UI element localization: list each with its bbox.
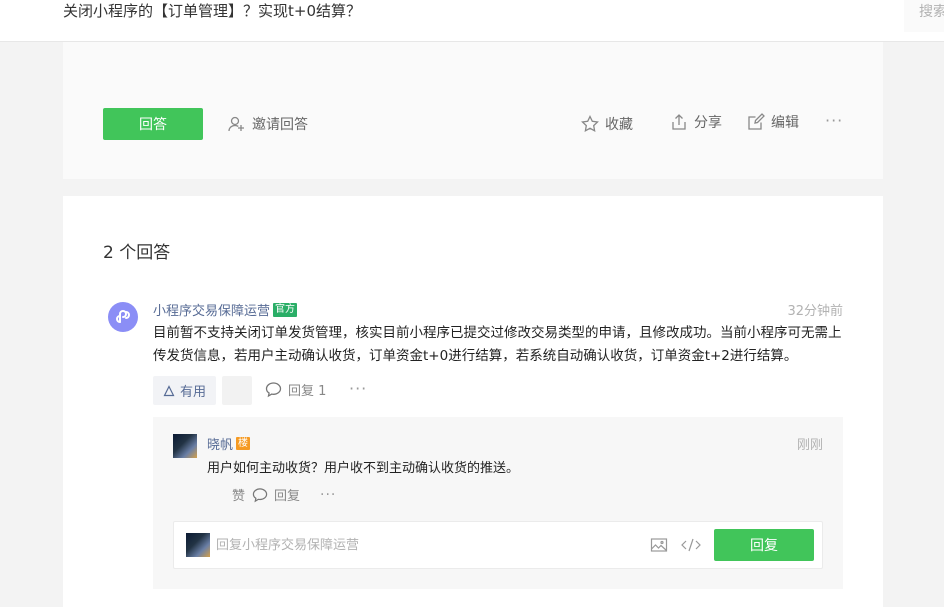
reply-count-label: 回复 1	[288, 384, 327, 399]
reply-content: 用户如何主动收货？用户收不到主动确认收货的推送。	[207, 461, 520, 476]
like-button[interactable]: 赞	[232, 485, 245, 504]
reply-button-label: 回复	[274, 489, 301, 504]
more-icon[interactable]: ···	[825, 108, 843, 132]
more-icon[interactable]: ···	[320, 487, 336, 503]
share-button[interactable]: 分享	[670, 110, 722, 134]
comment-icon	[265, 382, 282, 398]
answer-time: 32分钟前	[787, 304, 843, 319]
answer-author-name[interactable]: 小程序交易保障运营	[153, 300, 270, 319]
collect-label: 收藏	[605, 117, 633, 133]
reply-input[interactable]	[216, 532, 636, 558]
question-actions-card: 回答 邀请回答 收藏 分享 编辑 ···	[63, 42, 883, 179]
comment-icon	[252, 487, 268, 502]
add-user-icon	[228, 116, 244, 132]
answer-content: 目前暂不支持关闭订单发货管理，核实目前小程序已提交过修改交易类型的申请，且修改成…	[153, 325, 842, 364]
search-input[interactable]: 搜索	[904, 0, 944, 32]
useful-button[interactable]: 有用	[153, 376, 216, 405]
answer-author[interactable]: 小程序交易保障运营 官方	[153, 300, 298, 319]
answer-count: 2 个回答	[103, 243, 171, 263]
reply-author[interactable]: 晓帆 楼	[207, 434, 251, 453]
reply-time: 刚刚	[796, 438, 823, 453]
useful-label: 有用	[179, 385, 206, 400]
answers-card: 2 个回答 小程序交易保障运营 官方 32分钟前 目前暂不支持关闭订单发货管理，…	[63, 196, 883, 607]
reply-box: 回复	[173, 521, 823, 569]
question-title: 关闭小程序的【订单管理】？实现t+0结算？	[63, 2, 361, 20]
dislike-button[interactable]	[222, 376, 252, 405]
top-bar: 关闭小程序的【订单管理】？实现t+0结算？ 搜索	[0, 0, 944, 42]
mini-program-icon	[116, 310, 130, 323]
more-icon[interactable]: ···	[349, 379, 367, 398]
image-icon[interactable]	[650, 536, 668, 554]
official-badge: 官方	[273, 302, 298, 317]
reply-button[interactable]: 回复	[252, 485, 300, 504]
reply-toggle-button[interactable]: 回复 1	[265, 380, 326, 399]
collect-button[interactable]: 收藏	[581, 112, 633, 136]
edit-icon	[748, 113, 765, 130]
reply-submit-button[interactable]: 回复	[714, 529, 814, 561]
reply-actions: 赞 回复 ···	[232, 485, 336, 505]
edit-label: 编辑	[771, 115, 799, 131]
answer-button[interactable]: 回答	[103, 108, 203, 140]
star-icon	[581, 115, 599, 133]
avatar	[186, 533, 210, 557]
share-label: 分享	[694, 115, 722, 131]
edit-button[interactable]: 编辑	[747, 110, 799, 134]
op-badge: 楼	[236, 437, 251, 450]
code-icon[interactable]	[680, 536, 702, 554]
share-icon	[672, 114, 686, 130]
reply-author-name[interactable]: 晓帆	[207, 434, 233, 453]
invite-answer-button[interactable]: 邀请回答	[228, 112, 308, 136]
reply-area: 晓帆 楼 刚刚 用户如何主动收货？用户收不到主动确认收货的推送。 赞 回复 ··…	[153, 417, 843, 589]
thumb-up-icon	[163, 384, 175, 396]
avatar[interactable]	[108, 302, 138, 332]
invite-answer-label: 邀请回答	[252, 117, 308, 133]
avatar[interactable]	[173, 434, 197, 458]
